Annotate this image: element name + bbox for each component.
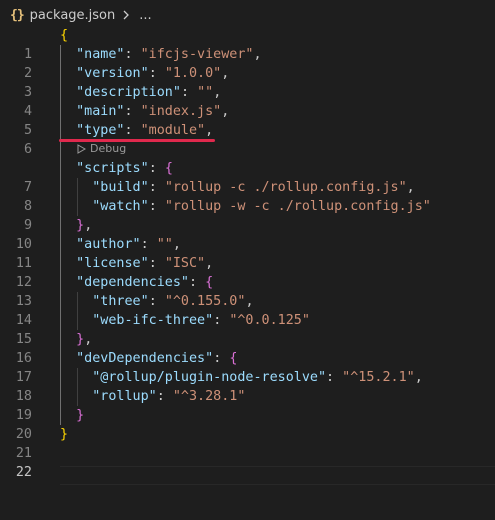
code-line: 13 "dependencies": {: [0, 273, 495, 309]
code-line: 2 "name": "ifcjs-viewer",: [0, 45, 495, 81]
code-line: 6 "type": "module",: [0, 121, 495, 157]
json-value: "": [156, 237, 173, 252]
json-value: "1.0.0": [164, 66, 222, 81]
code-editor[interactable]: 1 { 2 "name": "ifcjs-viewer", 3 "version…: [0, 26, 495, 485]
json-key: "type": [76, 123, 125, 138]
json-value: "rollup -w -c ./rollup.config.js": [164, 199, 431, 214]
json-key: "author": [76, 237, 141, 252]
json-key: "@rollup/plugin-node-resolve": [92, 370, 327, 385]
json-value: "": [197, 85, 214, 100]
code-line: 1 {: [0, 26, 495, 62]
code-line: 18 "@rollup/plugin-node-resolve": "^15.2…: [0, 368, 495, 404]
json-value: "^3.28.1": [172, 389, 246, 404]
code-line: 7 "scripts": {: [0, 159, 495, 195]
code-line: 20 }: [0, 406, 495, 442]
code-line: 10 },: [0, 216, 495, 252]
code-line: 9 "watch": "rollup -w -c ./rollup.config…: [0, 197, 495, 233]
json-value: "rollup -c ./rollup.config.js": [164, 180, 407, 195]
code-line: 12 "license": "ISC",: [0, 254, 495, 290]
code-line: 5 "main": "index.js",: [0, 102, 495, 138]
code-line: 3 "version": "1.0.0",: [0, 64, 495, 100]
json-key: "rollup": [92, 389, 157, 404]
json-value: "ISC": [164, 256, 206, 271]
json-key: "dependencies": [76, 275, 189, 290]
code-line: 19 "rollup": "^3.28.1": [0, 387, 495, 423]
json-file-icon: {}: [10, 7, 25, 23]
chevron-right-icon: [121, 8, 135, 22]
annotation-underline: [59, 139, 215, 142]
json-key: "version": [76, 66, 149, 81]
code-line: 22: [0, 444, 495, 480]
line-number: 22: [15, 465, 32, 480]
json-key: "three": [92, 294, 149, 309]
code-line: 16 },: [0, 330, 495, 366]
json-key: "build": [92, 180, 149, 195]
json-key: "license": [76, 256, 149, 271]
code-line: 17 "devDependencies": {: [0, 349, 495, 385]
json-key: "main": [76, 104, 125, 119]
json-key: "description": [76, 85, 181, 100]
json-value: "^0.155.0": [164, 294, 246, 309]
json-key: "web-ifc-three": [92, 313, 214, 328]
json-key: "watch": [92, 199, 149, 214]
code-line: 8 "build": "rollup -c ./rollup.config.js…: [0, 178, 495, 214]
code-line: 4 "description": "",: [0, 83, 495, 119]
json-key: "scripts": [76, 161, 149, 176]
code-line: 14 "three": "^0.155.0",: [0, 292, 495, 328]
json-value: "index.js": [140, 104, 222, 119]
json-key: "devDependencies": [76, 351, 214, 366]
code-line: 11 "author": "",: [0, 235, 495, 271]
breadcrumb-more[interactable]: ...: [139, 8, 151, 23]
breadcrumb-file-name[interactable]: package.json: [30, 8, 116, 23]
json-value: "ifcjs-viewer": [140, 47, 254, 62]
json-value: "^0.0.125": [229, 313, 310, 328]
json-key: "name": [76, 47, 125, 62]
code-line: 15 "web-ifc-three": "^0.0.125": [0, 311, 495, 347]
code-line: 21 }: [0, 425, 495, 461]
json-value: "module": [140, 123, 206, 138]
line-number: 6: [23, 142, 32, 157]
current-line-highlight: [60, 466, 495, 485]
json-value: "^15.2.1": [342, 370, 415, 385]
play-icon: [77, 143, 86, 154]
